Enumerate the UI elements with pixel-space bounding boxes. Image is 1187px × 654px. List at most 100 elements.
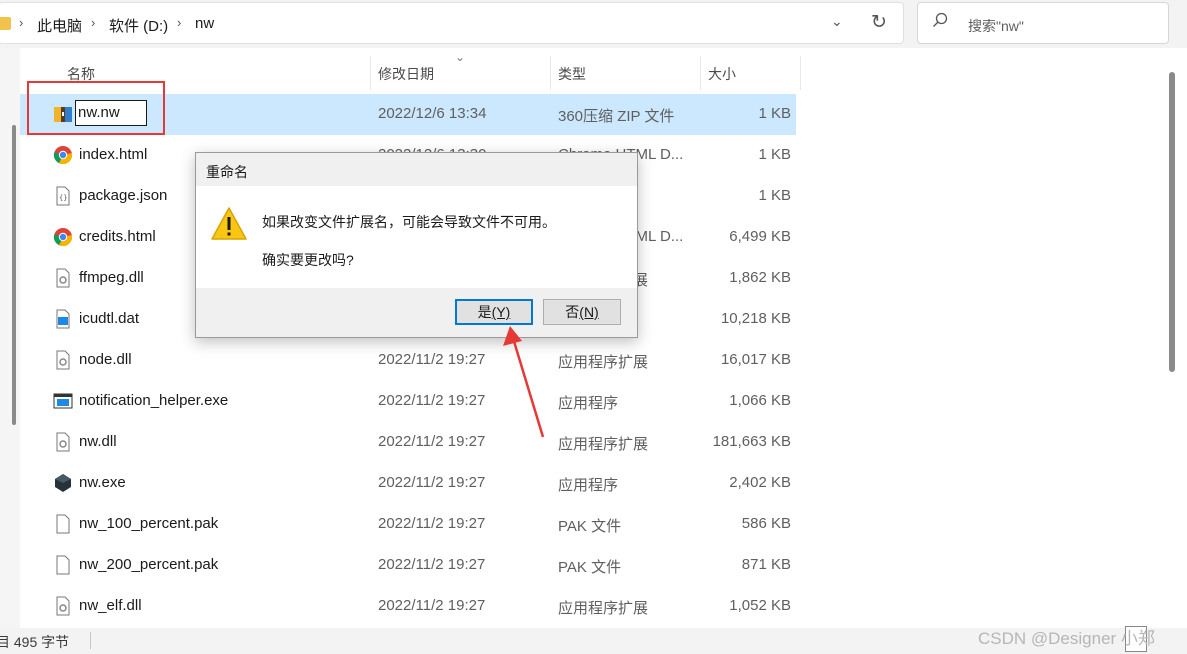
chrome-icon — [53, 227, 73, 247]
chevron-down-icon[interactable]: ⌄ — [831, 13, 843, 30]
file-type: 360压缩 ZIP 文件 — [558, 108, 675, 125]
rename-dialog: 重命名 如果改变文件扩展名，可能会导致文件不可用。 确实要更改吗? 是(Y) 否… — [195, 152, 638, 338]
column-header-size[interactable]: 大小 — [708, 64, 736, 84]
navigation-pane — [0, 48, 20, 628]
status-divider — [90, 632, 91, 649]
column-divider[interactable] — [800, 56, 801, 90]
nw-exe-icon — [53, 473, 73, 493]
chrome-icon — [53, 145, 73, 165]
top-bar: › 此电脑 › 软件 (D:) › nw ⌄ ↻ 搜索"nw" — [0, 0, 1187, 48]
dll-file-icon — [53, 268, 73, 288]
dialog-message: 如果改变文件扩展名，可能会导致文件不可用。 — [262, 214, 556, 230]
file-name: nw.dll — [79, 433, 117, 450]
file-name: nw_100_percent.pak — [79, 515, 219, 532]
dll-file-icon — [53, 596, 73, 616]
no-button-key: (N) — [579, 304, 599, 320]
yes-button-key: (Y) — [491, 304, 511, 320]
file-name: icudtl.dat — [79, 310, 140, 327]
sort-chevron-icon: ⌄ — [455, 50, 466, 64]
file-size: 1,862 KB — [729, 269, 791, 286]
exe-app-icon — [53, 391, 73, 411]
folder-icon — [0, 17, 11, 30]
file-row[interactable]: nw.dll 2022/11/2 19:27 应用程序扩展 181,663 KB — [20, 422, 796, 463]
file-date: 2022/11/2 19:27 — [378, 474, 486, 491]
no-button-label: 否 — [565, 304, 580, 320]
file-size: 2,402 KB — [729, 474, 791, 491]
dialog-body: 如果改变文件扩展名，可能会导致文件不可用。 确实要更改吗? — [196, 186, 637, 288]
dll-file-icon — [53, 350, 73, 370]
file-name: nw.exe — [79, 474, 126, 491]
svg-text:{}: {} — [59, 194, 67, 202]
blank-file-icon — [53, 555, 73, 575]
dialog-title: 重命名 — [206, 164, 248, 180]
file-name: index.html — [79, 146, 148, 163]
file-date: 2022/11/2 19:27 — [378, 556, 486, 573]
dat-file-icon — [53, 309, 73, 329]
file-date: 2022/11/2 19:27 — [378, 392, 486, 409]
file-size: 1,052 KB — [729, 597, 791, 614]
file-row[interactable]: notification_helper.exe 2022/11/2 19:27 应用… — [20, 381, 796, 422]
file-name: node.dll — [79, 351, 132, 368]
file-size: 1 KB — [758, 187, 791, 204]
file-type: 应用程序扩展 — [558, 436, 649, 453]
file-size: 1 KB — [758, 105, 791, 122]
file-type: 应用程序 — [558, 477, 619, 494]
annotation-highlight-box — [27, 81, 165, 135]
file-row[interactable]: nw.exe 2022/11/2 19:27 应用程序 2,402 KB — [20, 463, 796, 504]
navigation-scrollbar[interactable] — [12, 125, 16, 425]
breadcrumb-separator: › — [91, 15, 96, 30]
file-row[interactable]: nw_elf.dll 2022/11/2 19:27 应用程序扩展 1,052 KB — [20, 586, 796, 627]
breadcrumb-drive-d[interactable]: 软件 (D:) — [109, 15, 168, 36]
file-type: 应用程序 — [558, 395, 619, 412]
file-date: 2022/11/2 19:27 — [378, 515, 486, 532]
file-size: 16,017 KB — [720, 351, 791, 368]
breadcrumb-nw[interactable]: nw — [195, 15, 214, 32]
file-size: 10,218 KB — [720, 310, 791, 327]
file-name: package.json — [79, 187, 168, 204]
no-button[interactable]: 否(N) — [543, 299, 621, 325]
file-name: ffmpeg.dll — [79, 269, 144, 286]
file-size: 586 KB — [741, 515, 791, 532]
breadcrumb-separator: › — [177, 15, 182, 30]
search-input[interactable]: 搜索"nw" — [968, 16, 1024, 36]
column-divider[interactable] — [550, 56, 551, 90]
column-header-type[interactable]: 类型 — [558, 64, 586, 84]
file-type: 应用程序扩展 — [558, 354, 649, 371]
warning-icon — [211, 207, 247, 240]
file-row[interactable]: nw_200_percent.pak 2022/11/2 19:27 PAK 文件 8… — [20, 545, 796, 586]
breadcrumb-this-pc[interactable]: 此电脑 — [37, 15, 82, 36]
refresh-icon[interactable]: ↻ — [871, 11, 887, 34]
search-box[interactable]: 搜索"nw" — [917, 2, 1169, 44]
json-file-icon: {} — [53, 186, 73, 206]
dll-file-icon — [53, 432, 73, 452]
file-size: 181,663 KB — [712, 433, 791, 450]
column-header-date[interactable]: 修改日期 — [378, 64, 434, 84]
file-list-scrollbar[interactable] — [1169, 72, 1175, 372]
column-divider[interactable] — [700, 56, 701, 90]
file-date: 2022/12/6 13:34 — [378, 105, 487, 122]
file-name: nw_200_percent.pak — [79, 556, 219, 573]
file-size: 6,499 KB — [729, 228, 791, 245]
file-size: 1 KB — [758, 146, 791, 163]
status-text: 目 495 字节 — [0, 634, 70, 650]
yes-button-label: 是 — [477, 304, 492, 320]
breadcrumb-separator: › — [19, 15, 24, 30]
file-row[interactable]: node.dll 2022/11/2 19:27 应用程序扩展 16,017 KB — [20, 340, 796, 381]
watermark: CSDN @Designer 小郑 — [978, 629, 1155, 648]
file-date: 2022/11/2 19:27 — [378, 433, 486, 450]
yes-button[interactable]: 是(Y) — [455, 299, 533, 325]
file-type: PAK 文件 — [558, 559, 622, 576]
file-type: 应用程序扩展 — [558, 600, 649, 617]
column-divider[interactable] — [370, 56, 371, 90]
file-date: 2022/11/2 19:27 — [378, 597, 486, 614]
column-header-row: 名称 修改日期 类型 大小 — [0, 56, 1187, 90]
file-date: 2022/11/2 19:27 — [378, 351, 486, 368]
file-size: 1,066 KB — [729, 392, 791, 409]
search-icon — [933, 12, 948, 27]
address-bar[interactable]: › 此电脑 › 软件 (D:) › nw ⌄ ↻ — [0, 2, 904, 44]
file-row[interactable]: nw_100_percent.pak 2022/11/2 19:27 PAK 文件 5… — [20, 504, 796, 545]
dialog-question: 确实要更改吗? — [262, 252, 354, 268]
file-name: notification_helper.exe — [79, 392, 229, 409]
file-type: PAK 文件 — [558, 518, 622, 535]
blank-file-icon — [53, 514, 73, 534]
